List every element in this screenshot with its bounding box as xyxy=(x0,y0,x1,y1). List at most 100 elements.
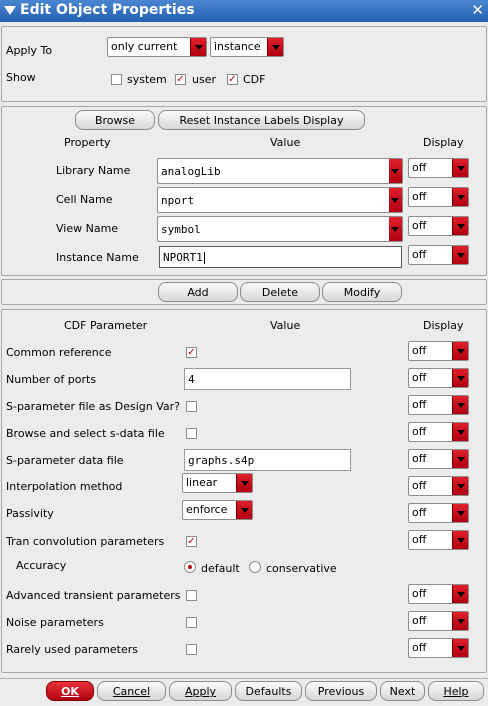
library-name-field[interactable]: analogLib xyxy=(157,158,403,184)
browse-button[interactable]: Browse xyxy=(75,110,155,130)
chevron-down-icon xyxy=(452,342,468,360)
cell-name-field[interactable]: nport xyxy=(157,187,403,213)
show-user-checkbox[interactable]: ✓ xyxy=(175,74,186,85)
interpolation-method-label: Interpolation method xyxy=(6,480,123,493)
interpolation-method-display-value: off xyxy=(412,479,427,492)
delete-button[interactable]: Delete xyxy=(240,282,320,302)
actions-panel: Add Delete Modify xyxy=(1,279,487,305)
cell-name-display-select[interactable]: off xyxy=(408,187,469,207)
rarely-used-display-value: off xyxy=(412,641,427,654)
chevron-down-icon xyxy=(452,217,468,235)
chevron-down-icon xyxy=(452,159,468,177)
title-bar[interactable]: Edit Object Properties ✕ xyxy=(0,0,488,22)
accuracy-conservative-radio[interactable] xyxy=(249,561,261,573)
noise-parameters-label: Noise parameters xyxy=(6,616,104,629)
cell-name-value: nport xyxy=(161,194,195,207)
sparam-data-file-display-select[interactable]: off xyxy=(408,449,469,469)
interpolation-method-display-select[interactable]: off xyxy=(408,476,469,496)
common-reference-display-select[interactable]: off xyxy=(408,341,469,361)
passivity-label: Passivity xyxy=(6,507,54,520)
help-button[interactable]: Help xyxy=(428,681,484,701)
chevron-down-icon xyxy=(452,612,468,630)
next-button[interactable]: Next xyxy=(380,681,425,701)
show-system-label: system xyxy=(127,73,167,86)
cdf-panel: CDF Parameter Value Display Common refer… xyxy=(1,309,487,673)
chevron-down-icon xyxy=(452,423,468,441)
show-system-checkbox[interactable] xyxy=(111,74,122,85)
interpolation-method-value: linear xyxy=(186,476,218,489)
view-name-value: symbol xyxy=(161,223,201,236)
view-name-field[interactable]: symbol xyxy=(157,216,403,242)
browse-sdata-display-select[interactable]: off xyxy=(408,422,469,442)
chevron-down-icon xyxy=(236,501,252,519)
chevron-down-icon xyxy=(389,188,402,212)
chevron-down-icon xyxy=(267,38,283,56)
accuracy-conservative-label: conservative xyxy=(266,562,337,575)
apply-button[interactable]: Apply xyxy=(169,681,232,701)
text-caret xyxy=(203,252,205,264)
reset-instance-labels-button[interactable]: Reset Instance Labels Display xyxy=(158,110,365,130)
apply-panel: Apply To only current instance Show syst… xyxy=(1,26,487,102)
chevron-down-icon xyxy=(452,585,468,603)
chevron-down-icon xyxy=(452,246,468,264)
browse-sdata-checkbox[interactable] xyxy=(186,428,197,439)
chevron-down-icon xyxy=(452,188,468,206)
view-name-display-select[interactable]: off xyxy=(408,216,469,236)
apply-to-select[interactable]: only current xyxy=(107,37,207,57)
sparam-design-var-checkbox[interactable] xyxy=(186,401,197,412)
noise-parameters-display-select[interactable]: off xyxy=(408,611,469,631)
add-button[interactable]: Add xyxy=(158,282,238,302)
apply-target-select[interactable]: instance xyxy=(210,37,284,57)
interpolation-method-select[interactable]: linear xyxy=(182,473,253,493)
ok-button[interactable]: OK xyxy=(46,681,94,701)
common-reference-display-value: off xyxy=(412,344,427,357)
display-column-header: Display xyxy=(423,136,464,149)
rarely-used-checkbox[interactable] xyxy=(186,644,197,655)
chevron-down-icon xyxy=(452,531,468,549)
noise-parameters-checkbox[interactable] xyxy=(186,617,197,628)
advanced-transient-checkbox[interactable] xyxy=(186,590,197,601)
modify-button[interactable]: Modify xyxy=(322,282,402,302)
show-cdf-checkbox[interactable]: ✓ xyxy=(227,74,238,85)
accuracy-label: Accuracy xyxy=(16,559,67,572)
passivity-display-value: off xyxy=(412,506,427,519)
common-reference-checkbox[interactable]: ✓ xyxy=(186,347,197,358)
passivity-display-select[interactable]: off xyxy=(408,503,469,523)
sparam-data-file-input[interactable]: graphs.s4p xyxy=(184,449,351,471)
library-name-display-select[interactable]: off xyxy=(408,158,469,178)
cancel-button-label: Cancel xyxy=(112,685,151,698)
library-name-value: analogLib xyxy=(161,165,221,178)
sparam-data-file-label: S-parameter data file xyxy=(6,454,124,467)
window-menu-icon[interactable] xyxy=(4,6,16,15)
instance-name-input[interactable]: NPORT1 xyxy=(159,246,402,268)
chevron-down-icon xyxy=(236,474,252,492)
apply-to-value: only current xyxy=(111,40,178,53)
window-title: Edit Object Properties xyxy=(20,2,195,18)
advanced-transient-display-select[interactable]: off xyxy=(408,584,469,604)
accuracy-default-radio[interactable] xyxy=(184,561,196,573)
chevron-down-icon xyxy=(452,504,468,522)
show-user-label: user xyxy=(192,73,216,86)
tran-convolution-display-select[interactable]: off xyxy=(408,530,469,550)
sparam-design-var-display-select[interactable]: off xyxy=(408,395,469,415)
chevron-down-icon xyxy=(389,217,402,241)
defaults-button[interactable]: Defaults xyxy=(235,681,302,701)
number-of-ports-display-select[interactable]: off xyxy=(408,368,469,388)
rarely-used-display-select[interactable]: off xyxy=(408,638,469,658)
cancel-button[interactable]: Cancel xyxy=(97,681,166,701)
close-icon[interactable]: ✕ xyxy=(471,1,484,19)
sparam-design-var-label: S-parameter file as Design Var? xyxy=(6,400,180,413)
library-name-label: Library Name xyxy=(56,164,131,177)
previous-button[interactable]: Previous xyxy=(305,681,377,701)
tran-convolution-checkbox[interactable]: ✓ xyxy=(186,536,197,547)
browse-sdata-display-value: off xyxy=(412,425,427,438)
ok-button-label: OK xyxy=(61,685,79,698)
cell-name-label: Cell Name xyxy=(56,193,113,206)
number-of-ports-input[interactable]: 4 xyxy=(184,368,351,390)
show-label: Show xyxy=(6,71,36,84)
apply-button-label: Apply xyxy=(184,685,217,698)
chevron-down-icon xyxy=(452,477,468,495)
passivity-select[interactable]: enforce xyxy=(182,500,253,520)
chevron-down-icon xyxy=(190,38,206,56)
instance-name-display-select[interactable]: off xyxy=(408,245,469,265)
